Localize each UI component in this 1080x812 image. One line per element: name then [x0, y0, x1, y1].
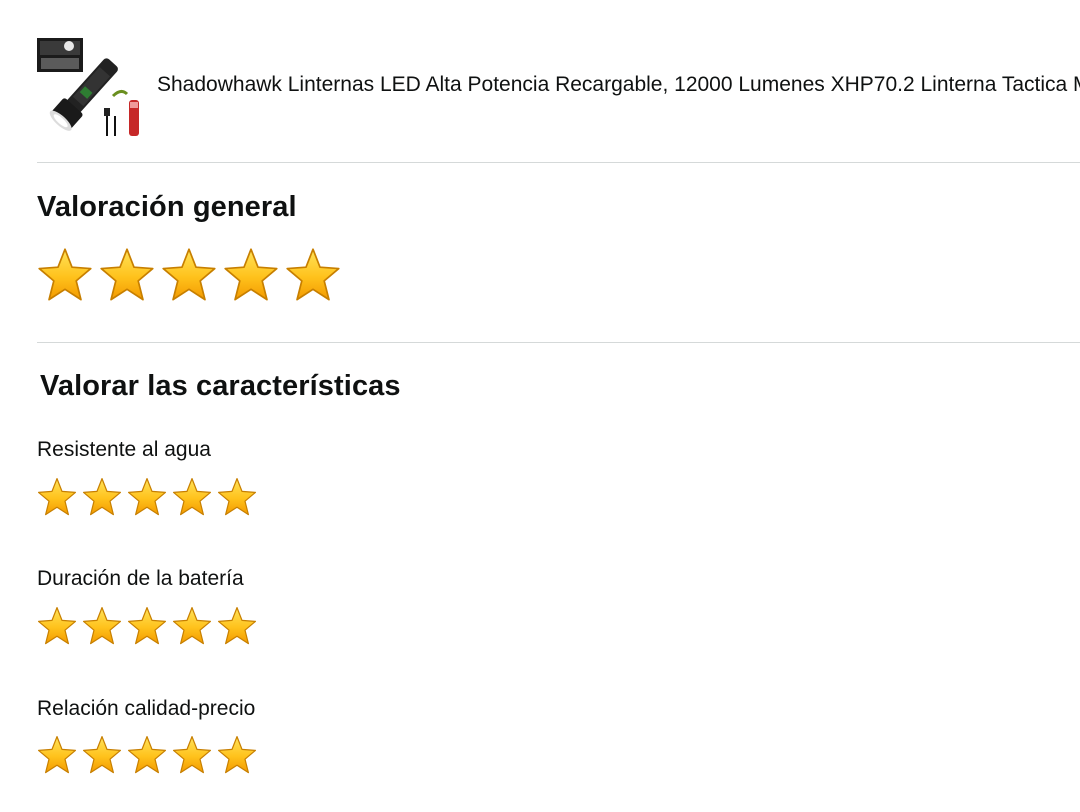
- star-icon[interactable]: [172, 735, 212, 775]
- star-icon[interactable]: [172, 606, 212, 646]
- star-icon[interactable]: [172, 477, 212, 517]
- star-icon[interactable]: [217, 477, 257, 517]
- star-icon[interactable]: [37, 735, 77, 775]
- water-resistance-star-rating[interactable]: [37, 477, 262, 517]
- star-icon[interactable]: [217, 735, 257, 775]
- feature-label-battery-life: Duración de la batería: [37, 567, 244, 590]
- overall-rating-heading: Valoración general: [37, 191, 297, 223]
- star-icon[interactable]: [37, 606, 77, 646]
- section-divider: [37, 162, 1080, 163]
- star-icon[interactable]: [217, 606, 257, 646]
- features-rating-heading: Valorar las características: [40, 370, 401, 402]
- star-icon[interactable]: [127, 606, 167, 646]
- feature-label-water-resistance: Resistente al agua: [37, 438, 211, 461]
- battery-life-star-rating[interactable]: [37, 606, 262, 646]
- star-icon[interactable]: [82, 477, 122, 517]
- star-icon[interactable]: [82, 735, 122, 775]
- overall-star-rating[interactable]: [37, 247, 347, 303]
- product-summary: Shadowhawk Linternas LED Alta Potencia R…: [37, 34, 1080, 142]
- star-icon[interactable]: [127, 477, 167, 517]
- star-icon[interactable]: [99, 247, 155, 303]
- star-icon[interactable]: [37, 247, 93, 303]
- product-title: Shadowhawk Linternas LED Alta Potencia R…: [157, 72, 1080, 96]
- star-icon[interactable]: [285, 247, 341, 303]
- star-icon[interactable]: [82, 606, 122, 646]
- feature-label-value-for-money: Relación calidad-precio: [37, 697, 256, 720]
- star-icon[interactable]: [37, 477, 77, 517]
- flashlight-product-icon: [37, 38, 139, 136]
- section-divider: [37, 342, 1080, 343]
- star-icon[interactable]: [223, 247, 279, 303]
- value-for-money-star-rating[interactable]: [37, 735, 262, 775]
- star-icon[interactable]: [161, 247, 217, 303]
- product-thumbnail: [37, 36, 141, 140]
- star-icon[interactable]: [127, 735, 167, 775]
